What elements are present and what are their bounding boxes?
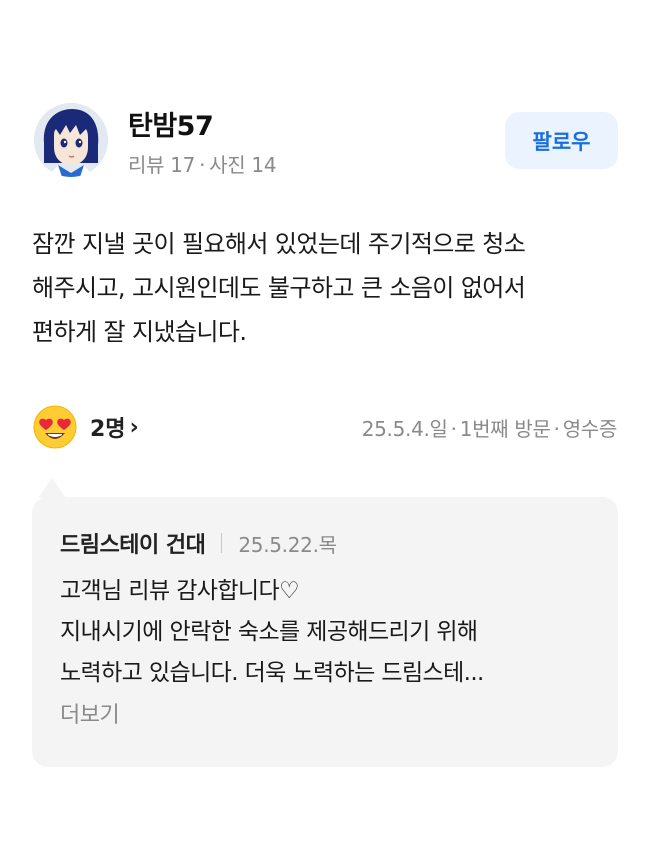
owner-reply: 드림스테이 건대 25.5.22.목 고객님 리뷰 감사합니다♡ 지내시기에 안…: [32, 497, 618, 767]
more-link[interactable]: 더보기: [60, 697, 120, 729]
visit-date: 25.5.4.일: [361, 417, 448, 441]
reply-pointer: [38, 478, 66, 498]
review-line: 해주시고, 고시원인데도 불구하고 큰 소음이 없어서: [32, 274, 526, 302]
visit-count: 1번째 방문: [459, 417, 551, 441]
reply-text: 고객님 리뷰 감사합니다♡ 지내시기에 안락한 숙소를 제공해드리기 위해 노력…: [60, 571, 600, 694]
review-card: 탄밤57 리뷰 17 · 사진 14 팔로우 잠깐 지낼 곳이 필요해서 있었는데 …: [0, 0, 648, 864]
chevron-right-icon: ›: [129, 414, 139, 440]
review-line: 잠깐 지낼 곳이 필요해서 있었는데 주기적으로 청소: [32, 230, 526, 258]
reply-line: 고객님 리뷰 감사합니다♡: [60, 578, 300, 604]
reply-line: 노력하고 있습니다. 더욱 노력하는 드림스테...: [60, 660, 484, 686]
reply-line: 지내시기에 안락한 숙소를 제공해드리기 위해: [60, 619, 478, 645]
reaction-button[interactable]: 2명 ›: [32, 404, 139, 450]
review-count: 리뷰 17: [128, 153, 196, 177]
reply-store-name: 드림스테이 건대: [60, 533, 206, 558]
separator-dot: ·: [450, 417, 457, 441]
reviewer-avatar[interactable]: [34, 103, 108, 177]
visit-meta: 25.5.4.일 · 1번째 방문 · 영수증: [361, 413, 618, 442]
reaction-count-label: 2명: [90, 417, 126, 442]
anime-character-avatar-icon: [34, 103, 108, 177]
reaction-count: 2명 ›: [90, 411, 139, 443]
reply-header: 드림스테이 건대 25.5.22.목: [60, 527, 337, 559]
reviewer-stats: 리뷰 17 · 사진 14: [128, 149, 277, 178]
proof-type: 영수증: [562, 417, 618, 441]
divider: [221, 533, 223, 553]
reviewer-name[interactable]: 탄밤57: [128, 104, 214, 143]
review-line: 편하게 잘 지냈습니다.: [32, 318, 247, 346]
reply-date: 25.5.22.목: [238, 532, 337, 557]
follow-button[interactable]: 팔로우: [505, 112, 618, 169]
separator-dot: ·: [553, 417, 560, 441]
review-text: 잠깐 지낼 곳이 필요해서 있었는데 주기적으로 청소 해주시고, 고시원인데도…: [32, 222, 618, 354]
photo-count: 사진 14: [209, 153, 277, 177]
heart-eyes-emoji-icon: [33, 405, 77, 449]
separator-dot: ·: [199, 153, 206, 177]
